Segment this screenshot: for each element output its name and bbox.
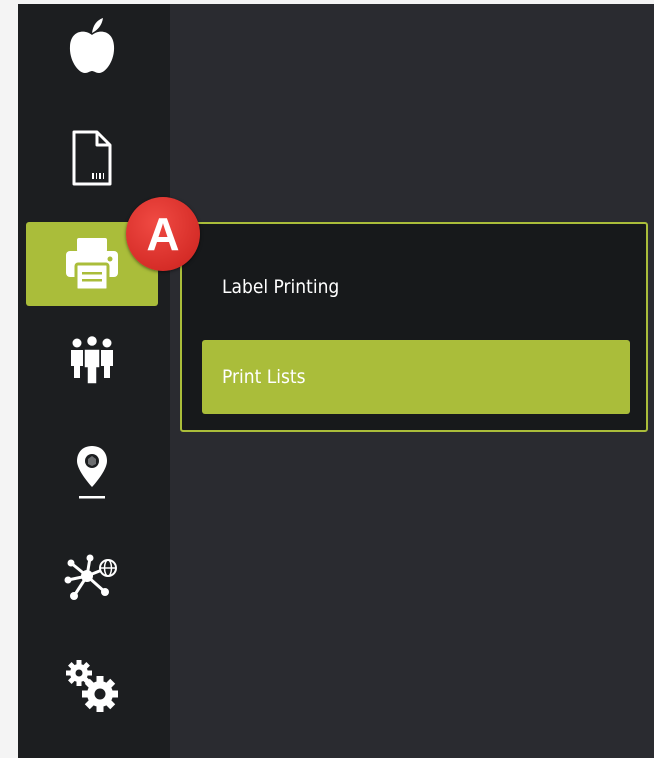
app-window: Label Printing Print Lists A	[18, 4, 654, 758]
printing-submenu: Label Printing Print Lists	[180, 222, 648, 432]
menu-item-label-printing[interactable]: Label Printing	[202, 250, 630, 324]
sidebar-item-settings[interactable]	[26, 644, 158, 728]
sidebar-nav	[18, 4, 170, 758]
network-nodes-icon	[64, 554, 117, 600]
menu-item-label: Label Printing	[222, 276, 340, 298]
gears-icon	[66, 660, 118, 712]
document-barcode-icon	[72, 130, 112, 186]
printer-icon	[66, 238, 118, 292]
location-pin-icon	[77, 446, 107, 499]
callout-badge: A	[126, 197, 200, 271]
sidebar-item-labels[interactable]	[26, 116, 158, 200]
menu-item-print-lists[interactable]: Print Lists	[202, 340, 630, 414]
menu-item-label: Print Lists	[222, 366, 306, 388]
sidebar-item-apple[interactable]	[26, 4, 158, 88]
sidebar-item-integrations[interactable]	[26, 536, 158, 620]
sidebar-item-locations[interactable]	[26, 430, 158, 514]
people-group-icon	[71, 334, 113, 385]
apple-icon	[69, 18, 115, 73]
sidebar-item-users[interactable]	[26, 316, 158, 400]
